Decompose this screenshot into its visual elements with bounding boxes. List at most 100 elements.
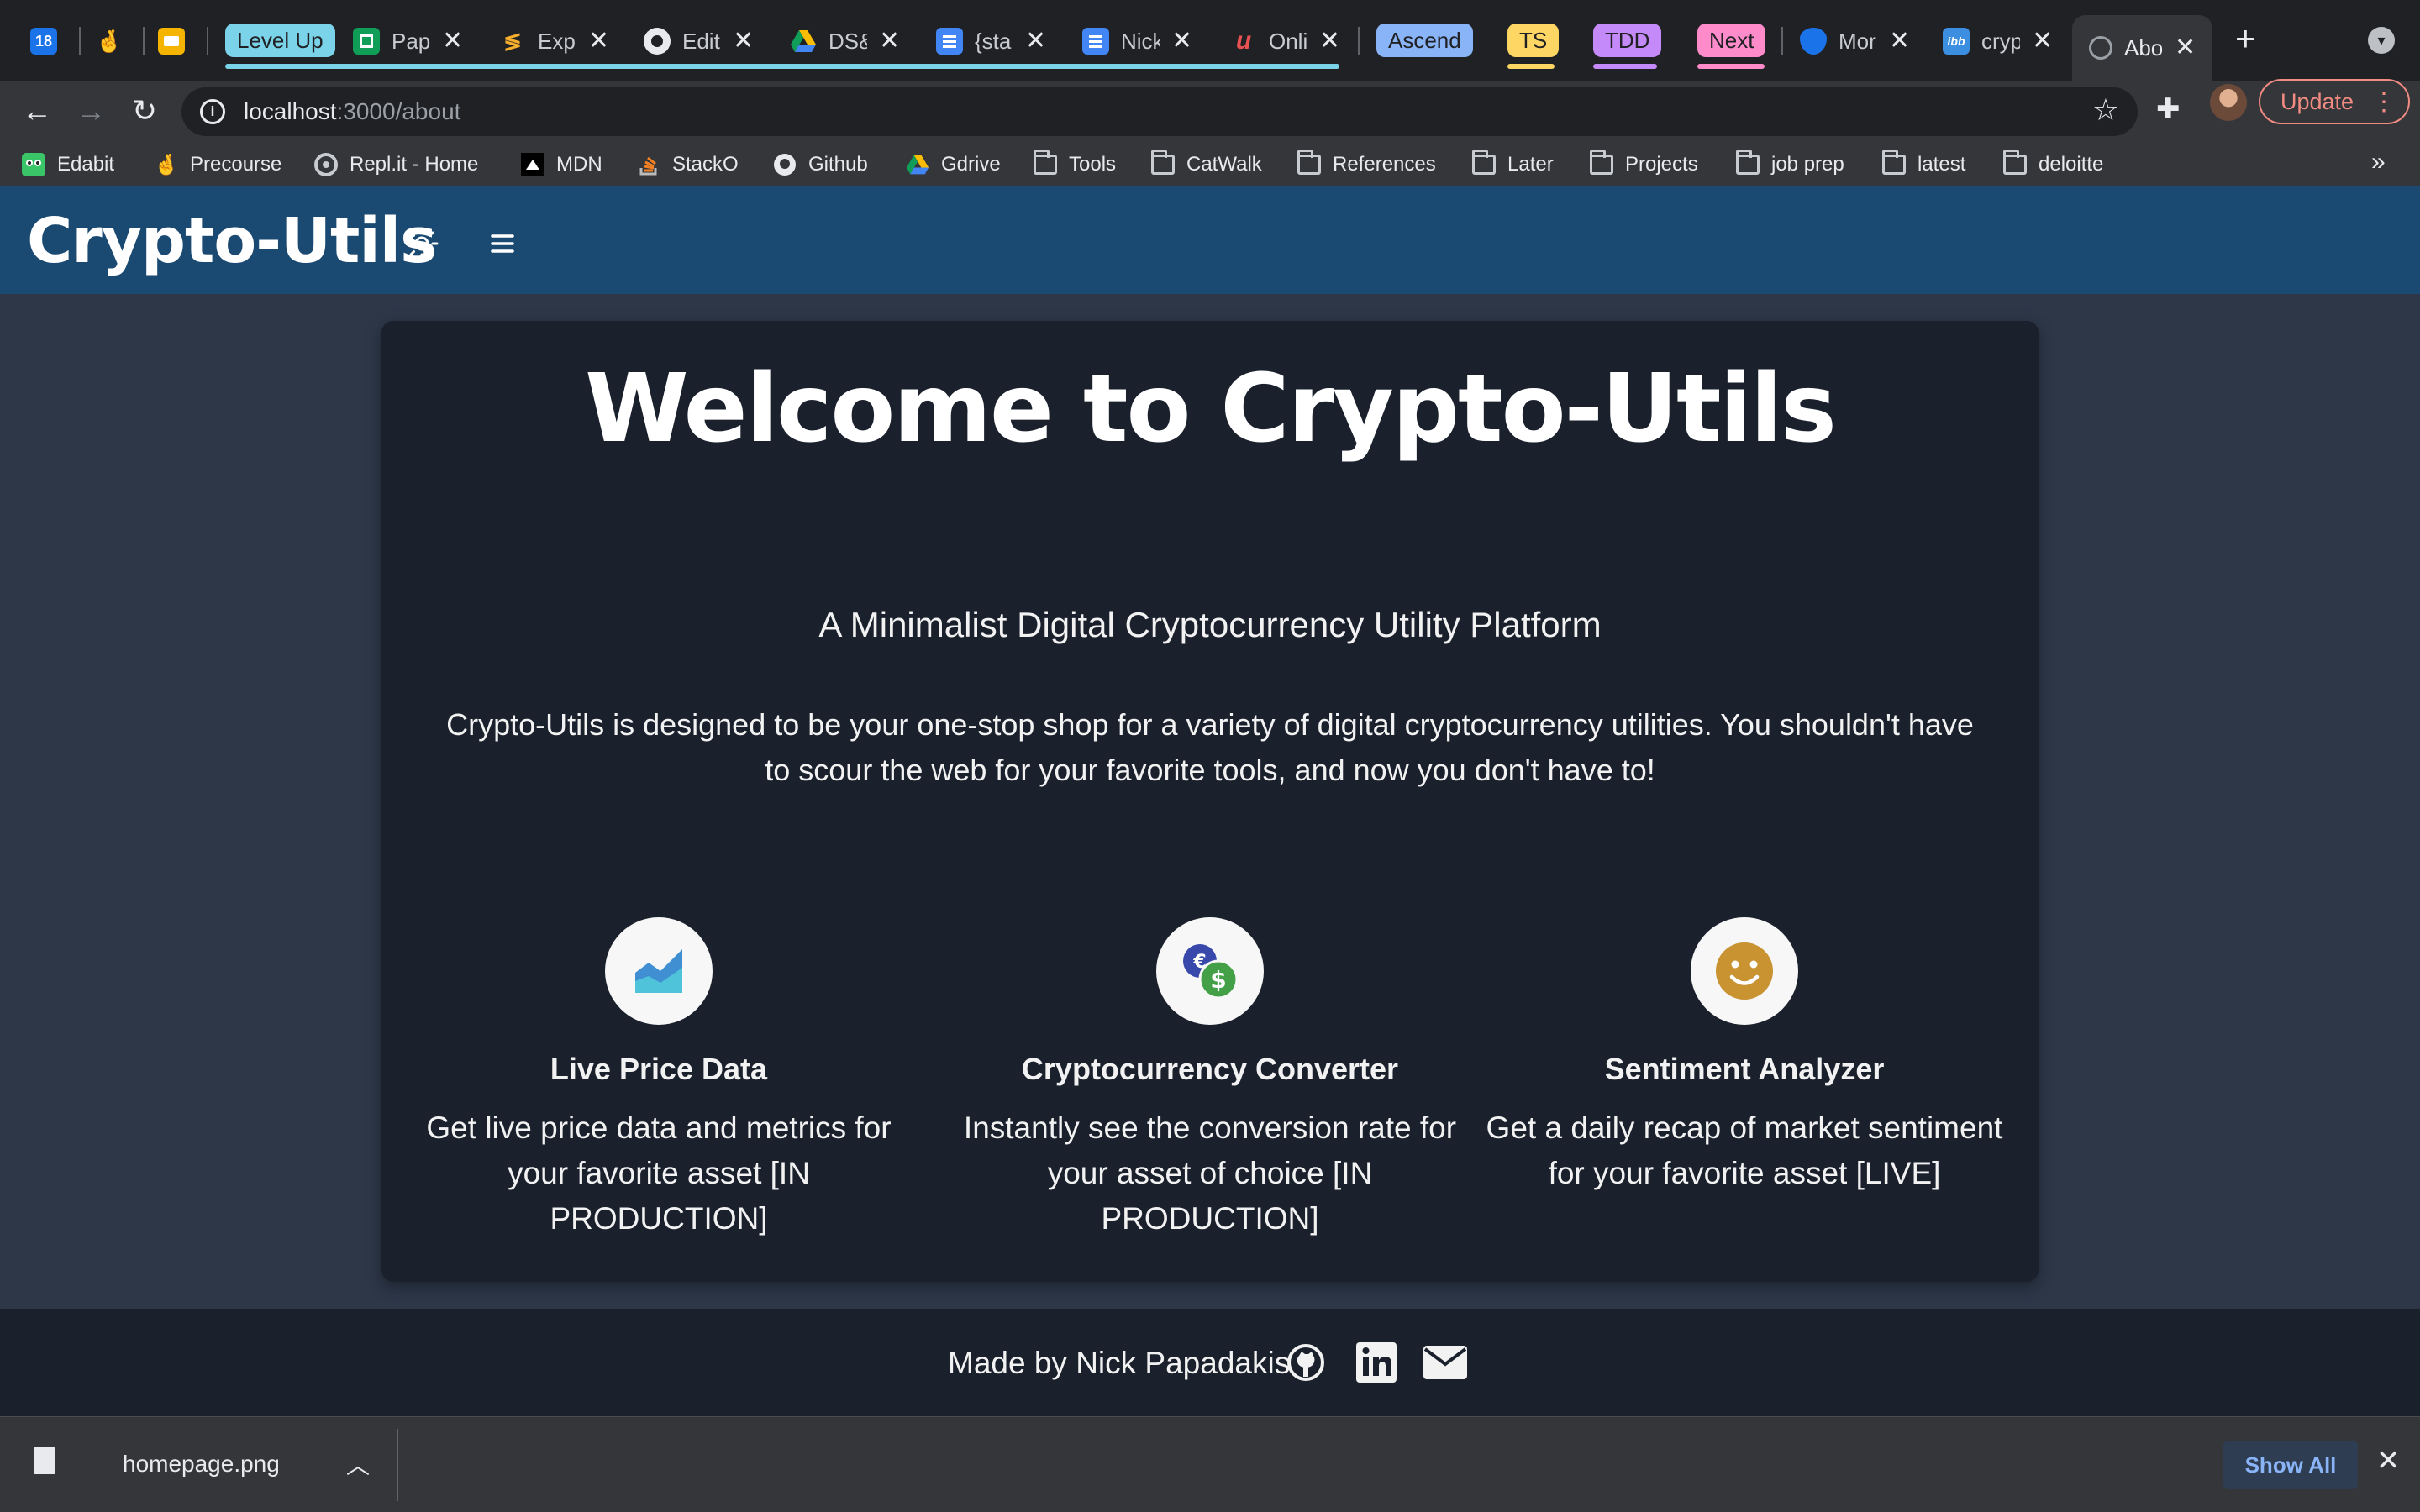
url-text[interactable]: localhost:3000/about	[244, 98, 460, 125]
close-icon[interactable]: ✕	[588, 29, 609, 54]
bookmark-github[interactable]: Github	[773, 150, 868, 180]
update-button[interactable]: Update ⋮	[2259, 79, 2410, 124]
tab-group-level-up[interactable]: Level Up	[225, 24, 335, 57]
docs-icon	[936, 28, 963, 55]
more-menu-icon[interactable]: ⋮	[2371, 87, 2396, 117]
close-icon[interactable]: ✕	[442, 29, 463, 54]
bookmark-folder-latest[interactable]: latest	[1882, 150, 1965, 180]
feature-sentiment-analyzer: Sentiment Analyzer Get a daily recap of …	[1484, 917, 2005, 1196]
tab-group-tdd[interactable]: TDD	[1593, 24, 1662, 57]
tab-group-next[interactable]: Next	[1697, 24, 1766, 57]
bookmark-label: Projects	[1625, 153, 1698, 176]
close-icon[interactable]: ✕	[879, 29, 900, 54]
edabit-icon	[22, 153, 45, 176]
about-card: Welcome to Crypto-Utils A Minimalist Dig…	[381, 321, 2039, 1282]
tab-precourse[interactable]: 🤞	[96, 15, 123, 67]
bookmark-label: CatWalk	[1186, 153, 1262, 176]
feature-title: Live Price Data	[550, 1052, 768, 1086]
bookmark-star-icon[interactable]: ☆	[2092, 92, 2119, 128]
hero-subtitle: A Minimalist Digital Cryptocurrency Util…	[818, 605, 1602, 644]
tab-gdrive[interactable]: DS& ✕	[790, 15, 900, 67]
tab-shield[interactable]: Mor ✕	[1800, 15, 1910, 67]
tab-calendar[interactable]: 18	[30, 15, 57, 67]
forward-button[interactable]: →	[72, 92, 109, 129]
chevron-up-icon[interactable]: ︿	[346, 1447, 370, 1481]
bookmark-folder-catwalk[interactable]: CatWalk	[1151, 150, 1262, 180]
tab-group-ascend[interactable]: Ascend	[1376, 24, 1473, 57]
tab-search-icon[interactable]: ▾	[2368, 27, 2395, 54]
site-info-icon[interactable]: i	[200, 99, 225, 124]
bookmark-replit[interactable]: Repl.it - Home	[314, 150, 478, 180]
bookmark-gdrive[interactable]: Gdrive	[906, 150, 1001, 180]
feature-title: Sentiment Analyzer	[1604, 1052, 1885, 1086]
tab-docs[interactable]: {sta ✕	[936, 15, 1046, 67]
tab-separator	[143, 27, 145, 55]
new-tab-button[interactable]: +	[2235, 18, 2256, 59]
bookmark-folder-later[interactable]: Later	[1472, 150, 1554, 180]
bookmark-label: Tools	[1069, 153, 1117, 176]
bookmark-folder-references[interactable]: References	[1297, 150, 1436, 180]
bookmark-mdn[interactable]: MDN	[521, 150, 602, 180]
app-brand[interactable]: Crypto-Utils	[27, 205, 437, 277]
close-icon[interactable]: ✕	[1319, 29, 1340, 54]
tab-title: Abo	[2124, 34, 2163, 60]
area-chart-icon	[635, 949, 682, 993]
currency-exchange-icon: € $	[1183, 944, 1239, 1000]
precourse-icon: 🤞	[154, 153, 179, 176]
download-file-name[interactable]: homepage.png	[123, 1451, 280, 1478]
bookmark-label: Gdrive	[941, 153, 1001, 176]
calendar-icon: 18	[30, 28, 57, 55]
tab-title: Expl	[538, 28, 576, 54]
file-icon	[34, 1447, 55, 1474]
bookmark-label: Later	[1507, 153, 1554, 176]
reload-button[interactable]: ↻	[126, 92, 163, 129]
bookmark-label: StackO	[672, 153, 739, 176]
tab-separator	[1781, 27, 1783, 55]
close-icon[interactable]: ✕	[2175, 35, 2196, 60]
profile-avatar[interactable]	[2210, 84, 2247, 121]
sun-icon[interactable]	[402, 223, 442, 264]
close-icon[interactable]: ✕	[1171, 29, 1192, 54]
feature-title: Cryptocurrency Converter	[1021, 1052, 1399, 1086]
tab-sheets[interactable]: Pap ✕	[353, 15, 463, 67]
linkedin-icon[interactable]	[1353, 1339, 1400, 1386]
tab-docs-2[interactable]: Nick ✕	[1082, 15, 1192, 67]
tab-github[interactable]: Edit ✕	[644, 15, 754, 67]
stackoverflow-icon	[637, 153, 660, 176]
bookmark-folder-job-prep[interactable]: job prep	[1736, 150, 1844, 180]
bookmark-folder-projects[interactable]: Projects	[1590, 150, 1698, 180]
bookmark-folder-deloitte[interactable]: deloitte	[2003, 150, 2103, 180]
bookmark-stackoverflow[interactable]: StackO	[637, 150, 739, 180]
url-host: localhost	[244, 98, 337, 124]
gdrive-icon	[790, 28, 817, 55]
close-icon[interactable]: ✕	[2376, 1444, 2401, 1478]
bookmark-edabit[interactable]: Edabit	[22, 150, 114, 180]
show-all-button[interactable]: Show All	[2223, 1441, 2358, 1489]
download-separator	[397, 1429, 398, 1501]
mail-icon[interactable]	[1422, 1339, 1469, 1386]
close-icon[interactable]: ✕	[1025, 29, 1046, 54]
tab-codewars[interactable]: ≶ Expl ✕	[499, 15, 609, 67]
bookmarks-overflow-button[interactable]: »	[2371, 148, 2386, 176]
bookmark-folder-tools[interactable]: Tools	[1034, 150, 1116, 180]
feature-icon-badge: € $	[1156, 917, 1264, 1025]
extensions-puzzle-icon[interactable]: ✚	[2156, 92, 2181, 126]
folder-icon	[1151, 150, 1175, 176]
close-icon[interactable]: ✕	[733, 29, 754, 54]
close-icon[interactable]: ✕	[1889, 29, 1910, 54]
address-bar[interactable]: i localhost:3000/about ☆	[182, 87, 2138, 136]
bookmark-precourse[interactable]: 🤞 Precourse	[154, 150, 281, 180]
hamburger-menu-icon[interactable]	[486, 227, 519, 260]
tab-udemy[interactable]: u Onli ✕	[1230, 15, 1340, 67]
tab-separator	[1358, 27, 1360, 55]
feature-live-price-data: Live Price Data Get live price data and …	[398, 917, 919, 1242]
docs-icon	[1082, 28, 1109, 55]
github-icon[interactable]	[1282, 1339, 1329, 1386]
close-icon[interactable]: ✕	[2032, 29, 2053, 54]
tab-about-active[interactable]: Abo ✕	[2072, 15, 2213, 81]
tab-ibb[interactable]: ibb cryp ✕	[1943, 15, 2053, 67]
tab-group-ts[interactable]: TS	[1507, 24, 1560, 57]
tab-slides[interactable]	[158, 15, 185, 67]
back-button[interactable]: ←	[18, 92, 55, 129]
footer-credit: Made by Nick Papadakis	[948, 1346, 1291, 1380]
